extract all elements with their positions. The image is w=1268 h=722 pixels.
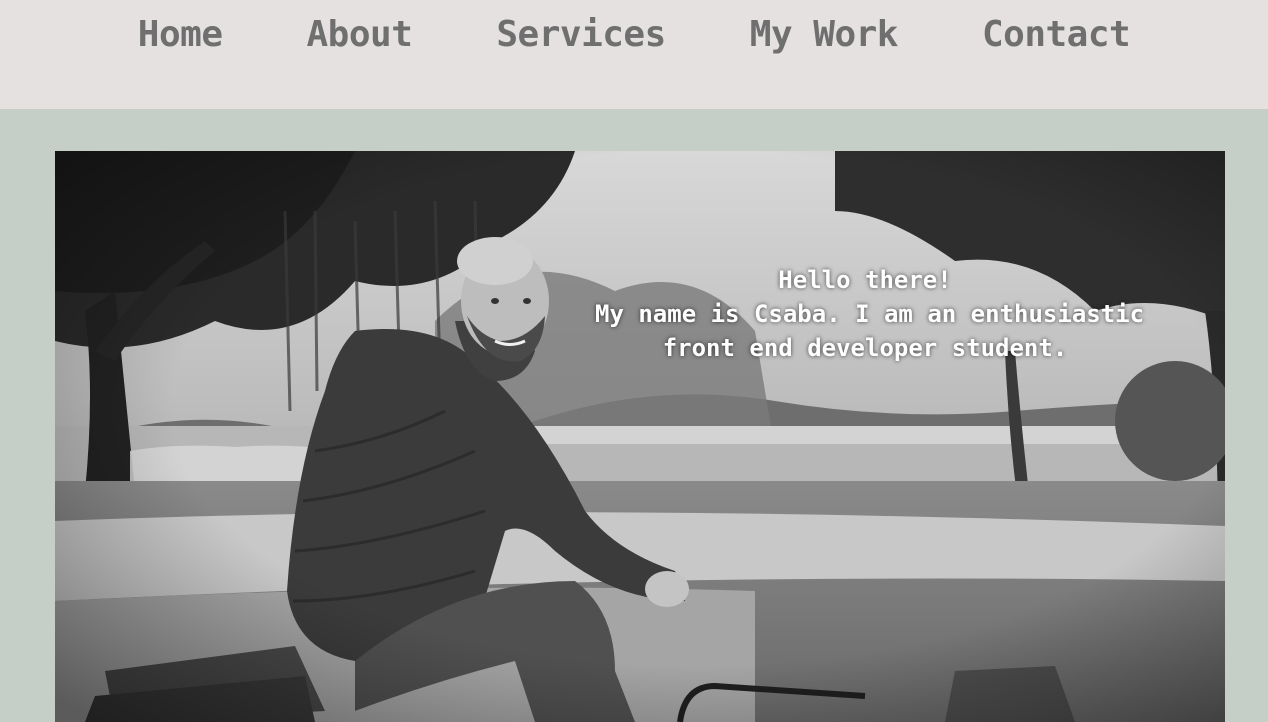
top-navigation: Home About Services My Work Contact (0, 0, 1268, 109)
nav-link-contact[interactable]: Contact (982, 17, 1131, 53)
nav-link-my-work[interactable]: My Work (750, 17, 899, 53)
nav-links: Home About Services My Work Contact (0, 10, 1268, 60)
nav-link-about[interactable]: About (307, 17, 413, 53)
hero-greeting: Hello there! (778, 266, 952, 294)
nav-link-home[interactable]: Home (138, 17, 223, 53)
hero-intro-line-1: My name is Csaba. I am an enthusiastic (595, 300, 1145, 328)
hero-intro-line-2: front end developer student. (662, 334, 1068, 362)
hero-intro: Hello there! My name is Csaba. I am an e… (595, 263, 1145, 365)
hero-photo (55, 151, 1225, 722)
nav-link-services[interactable]: Services (496, 17, 666, 53)
hero-section: Hello there! My name is Csaba. I am an e… (55, 151, 1225, 722)
